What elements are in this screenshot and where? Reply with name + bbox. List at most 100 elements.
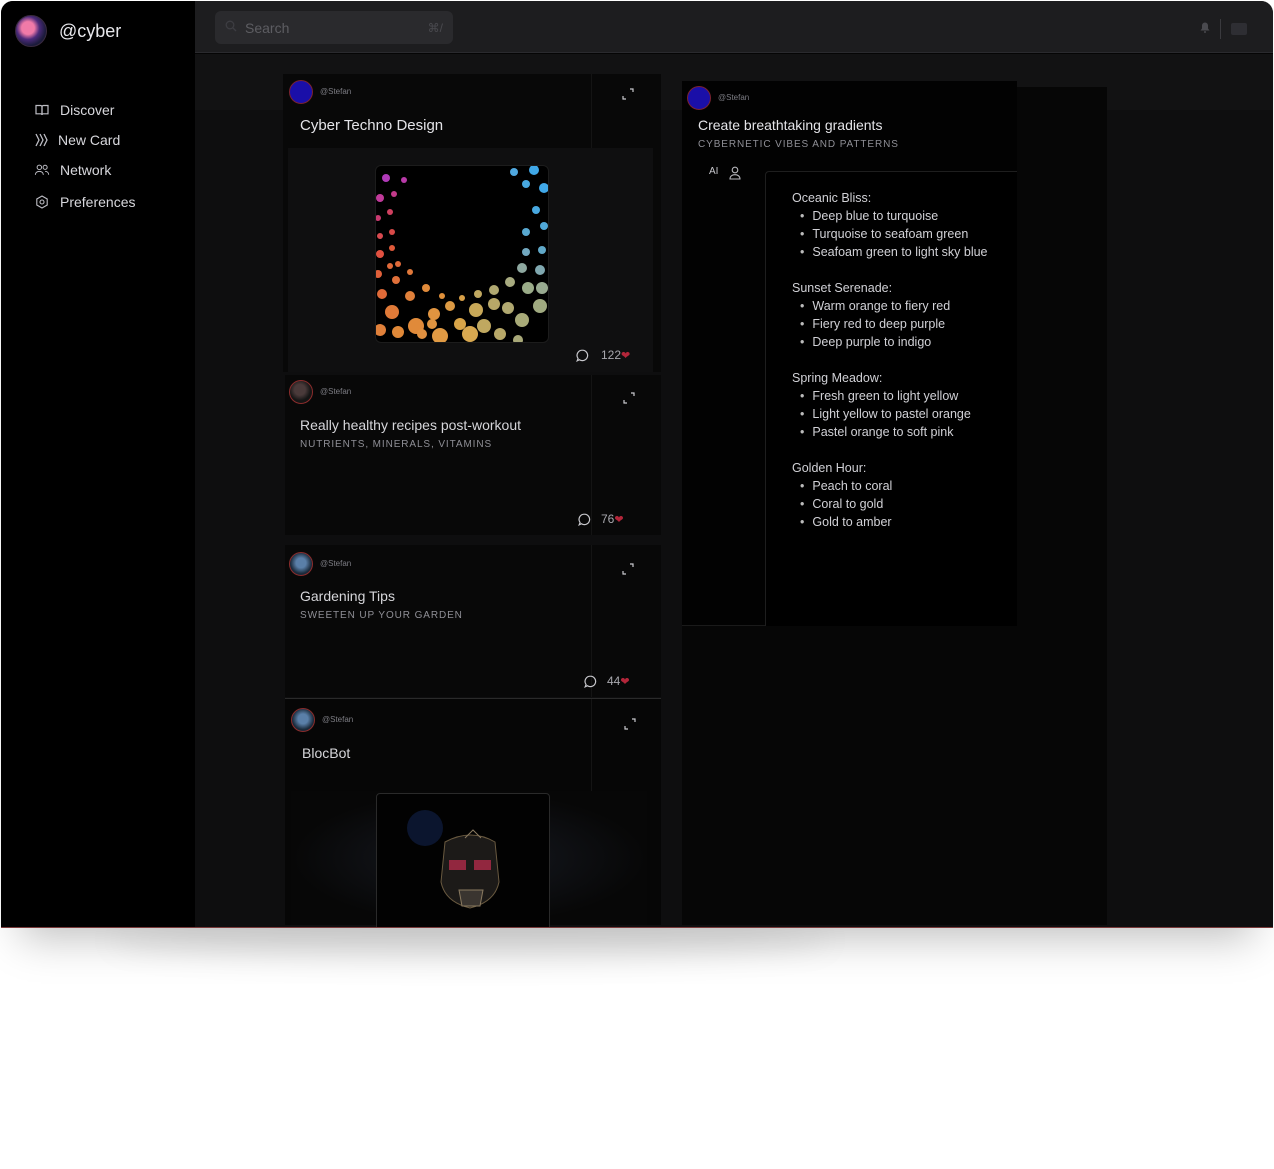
sidebar-item-discover[interactable]: Discover (34, 95, 135, 125)
card-stats: 44 ❤ (584, 674, 630, 688)
pattern-dot (385, 305, 399, 319)
user-handle: @cyber (59, 20, 122, 41)
card-username[interactable]: @Stefan (320, 87, 351, 96)
avatar[interactable] (289, 552, 313, 576)
detail-title: Create breathtaking gradients (698, 117, 883, 133)
expand-icon[interactable] (624, 718, 636, 730)
gradient-item: Turquoise to seafoam green (800, 225, 988, 243)
detail-subtitle: CYBERNETIC VIBES AND PATTERNS (698, 139, 899, 150)
gradient-group: Golden Hour: Peach to coral Coral to gol… (792, 459, 988, 531)
comment-icon[interactable] (578, 513, 591, 526)
book-icon (34, 102, 50, 118)
sidebar-item-preferences[interactable]: Preferences (34, 187, 135, 217)
ai-tab[interactable]: AI (709, 166, 718, 177)
heart-icon[interactable]: ❤ (620, 675, 629, 688)
pattern-dot (532, 206, 540, 214)
pattern-dot (515, 313, 529, 327)
heart-icon[interactable]: ❤ (614, 513, 623, 526)
person-icon[interactable] (729, 166, 741, 185)
card-title[interactable]: Really healthy recipes post-workout (300, 417, 521, 433)
pattern-dot (522, 282, 534, 294)
feed-card[interactable] (285, 375, 661, 535)
avatar[interactable] (289, 380, 313, 404)
search-box[interactable]: ⌘/ (215, 11, 453, 44)
pattern-dot (389, 229, 395, 235)
top-actions (1200, 19, 1247, 39)
gradient-group-name: Spring Meadow: (792, 371, 883, 385)
pattern-dot (522, 248, 530, 256)
card-stats: 122 ❤ (576, 348, 630, 362)
comment-icon[interactable] (584, 675, 597, 688)
gradient-item: Gold to amber (800, 513, 988, 531)
expand-icon[interactable] (622, 563, 634, 575)
pattern-dot (529, 166, 539, 175)
pattern-dot (489, 285, 499, 295)
pattern-dot (432, 328, 448, 342)
pattern-dot (488, 298, 500, 310)
bell-icon[interactable] (1200, 20, 1210, 38)
pattern-dot (377, 233, 383, 239)
gradient-item: Coral to gold (800, 495, 988, 513)
avatar[interactable] (687, 86, 711, 110)
blocbot-image (376, 793, 550, 927)
card-username[interactable]: @Stefan (322, 715, 353, 724)
card-title[interactable]: Cyber Techno Design (300, 117, 443, 134)
card-username[interactable]: @Stefan (320, 387, 351, 396)
pattern-dot (439, 293, 445, 299)
pattern-dot (462, 326, 478, 342)
gradient-group: Oceanic Bliss: Deep blue to turquoise Tu… (792, 189, 988, 261)
gradient-group-name: Oceanic Bliss: (792, 191, 872, 205)
gradient-item: Fresh green to light yellow (800, 387, 988, 405)
sidebar: @cyber Discover New Card Network Prefere… (1, 1, 195, 927)
pattern-dot (539, 183, 548, 193)
avatar[interactable] (289, 80, 313, 104)
card-title[interactable]: BlocBot (302, 745, 350, 761)
pattern-dot (392, 276, 400, 284)
pattern-dot (401, 177, 407, 183)
card-username[interactable]: @Stefan (320, 559, 351, 568)
user-avatar[interactable] (15, 15, 47, 47)
cyber-dots-image (375, 165, 549, 343)
pattern-dot (391, 191, 397, 197)
pattern-dot (376, 324, 386, 336)
pattern-dot (535, 265, 545, 275)
sidebar-nav: Discover New Card Network Preferences (34, 95, 135, 217)
search-icon (225, 19, 237, 37)
app-window: @cyber Discover New Card Network Prefere… (1, 1, 1273, 928)
pattern-dot (376, 215, 381, 221)
avatar[interactable] (291, 708, 315, 732)
pattern-dot (522, 180, 530, 188)
heart-icon[interactable]: ❤ (621, 349, 630, 362)
search-shortcut: ⌘/ (427, 20, 443, 35)
search-input[interactable] (245, 19, 415, 36)
card-divider (591, 375, 592, 535)
sidebar-item-label: Discover (60, 102, 115, 118)
gradient-item: Warm orange to fiery red (800, 297, 988, 315)
pattern-dot (538, 246, 546, 254)
pattern-dot (395, 261, 401, 267)
sidebar-item-new-card[interactable]: New Card (34, 125, 135, 155)
sidebar-item-network[interactable]: Network (34, 155, 135, 185)
pattern-dot (387, 209, 393, 215)
card-title[interactable]: Gardening Tips (300, 588, 395, 604)
comment-icon[interactable] (576, 349, 589, 362)
pattern-dot (376, 194, 384, 202)
settings-hexagon-icon (34, 194, 50, 210)
brand[interactable]: @cyber (15, 15, 121, 47)
pattern-dot (517, 263, 527, 273)
pattern-dot (533, 299, 547, 313)
profile-menu-icon[interactable] (1231, 23, 1247, 35)
card-username[interactable]: @Stefan (718, 93, 749, 102)
pattern-dot (540, 222, 548, 230)
expand-icon[interactable] (623, 392, 635, 404)
pattern-dot (445, 301, 455, 311)
gradient-list: Oceanic Bliss: Deep blue to turquoise Tu… (792, 189, 988, 549)
pattern-dot (474, 290, 482, 298)
pattern-dot (407, 269, 413, 275)
like-count: 44 (607, 674, 621, 688)
expand-icon[interactable] (622, 88, 634, 100)
new-card-icon (34, 132, 50, 148)
pattern-dot (405, 291, 415, 301)
pattern-dot (505, 277, 515, 287)
pattern-dot (427, 319, 437, 329)
